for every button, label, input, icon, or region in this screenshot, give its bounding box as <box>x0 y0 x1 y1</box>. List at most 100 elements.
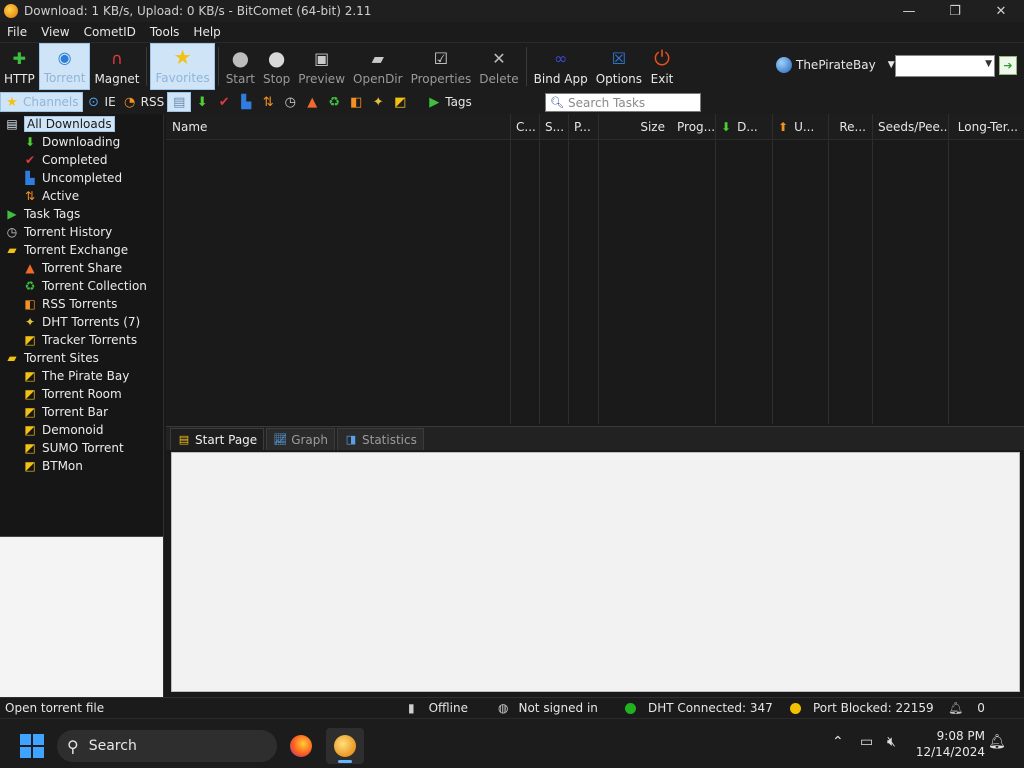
menu-file[interactable]: File <box>0 25 34 39</box>
column-priority[interactable]: P... <box>568 114 598 140</box>
tree-uncompleted[interactable]: ▙ Uncompleted <box>22 169 122 187</box>
maximize-button[interactable]: ❐ <box>932 0 978 22</box>
all-tasks-filter-button[interactable]: ▤ <box>167 92 192 112</box>
rss-button[interactable]: ◔ RSS <box>119 92 168 112</box>
task-search-box[interactable]: 🔍︎ <box>545 93 701 112</box>
tree-task-tags[interactable]: ▶ Task Tags <box>4 205 80 223</box>
downloading-filter-button[interactable]: ⬇ <box>191 92 213 112</box>
http-button[interactable]: ✚ HTTP <box>0 43 39 90</box>
tree-completed[interactable]: ✔ Completed <box>22 151 107 169</box>
stop-button[interactable]: ● Stop <box>259 43 294 90</box>
tree-torrent-collection[interactable]: ♻ Torrent Collection <box>22 277 147 295</box>
column-seeds-peers[interactable]: Seeds/Pee... <box>872 114 948 140</box>
menu-tools[interactable]: Tools <box>143 25 187 39</box>
opendir-button[interactable]: ▰ OpenDir <box>349 43 407 90</box>
column-upload-speed[interactable]: ⬆ U... <box>772 114 828 140</box>
torrent-history-filter-button[interactable]: ◷ <box>279 92 301 112</box>
site-search-combo[interactable]: ▼ <box>895 55 995 77</box>
tree-tracker-torrents[interactable]: ◩ Tracker Torrents <box>22 331 137 349</box>
favorites-button[interactable]: ★ Favorites <box>150 43 215 90</box>
tracker-torrents-filter-button[interactable]: ◩ <box>389 92 411 112</box>
torrent-button[interactable]: ◉ Torrent <box>38 43 91 90</box>
chevron-down-icon: ▼ <box>985 59 992 69</box>
notifications-status[interactable]: 🔔︎ 0 <box>948 698 985 718</box>
bind-app-button[interactable]: ∞ Bind App <box>530 43 592 90</box>
tracker-icon: ◩ <box>394 94 407 110</box>
torrent-share-filter-button[interactable]: ▲ <box>301 92 323 112</box>
star-icon: ★ <box>173 45 192 69</box>
network-icon[interactable]: ▭ <box>860 734 873 750</box>
tree-site-the-pirate-bay[interactable]: ◩ The Pirate Bay <box>22 367 129 385</box>
active-filter-button[interactable]: ⇅ <box>257 92 279 112</box>
bell-icon[interactable]: 🔔︎ <box>988 734 1006 750</box>
properties-button[interactable]: ☑ Properties <box>407 43 476 90</box>
menu-cometid[interactable]: CometID <box>77 25 143 39</box>
completed-filter-button[interactable]: ✔ <box>213 92 235 112</box>
preview-button[interactable]: ▣ Preview <box>294 43 349 90</box>
tab-statistics[interactable]: ◨ Statistics <box>337 428 424 450</box>
site-icon: ◩ <box>24 405 36 419</box>
tree-torrent-share[interactable]: ▲ Torrent Share <box>22 259 122 277</box>
volume-muted-icon[interactable]: 🔇︎ <box>887 734 896 750</box>
tree-torrent-sites[interactable]: ▰ Torrent Sites <box>4 349 98 367</box>
arrow-down-icon: ⬇ <box>721 120 732 134</box>
chevron-up-icon[interactable]: ⌃ <box>832 734 844 750</box>
column-long-term[interactable]: Long-Ter... <box>948 114 1024 140</box>
column-category[interactable]: C... <box>510 114 539 140</box>
column-download-speed[interactable]: ⬇ D... <box>715 114 772 140</box>
magnet-button[interactable]: ∩ Magnet <box>90 43 143 90</box>
ie-button[interactable]: ⊙ IE <box>83 92 119 112</box>
dht-torrents-filter-button[interactable]: ✦ <box>367 92 389 112</box>
minimize-button[interactable]: — <box>886 0 932 22</box>
column-status[interactable]: S... <box>539 114 568 140</box>
tree-site-torrent-bar[interactable]: ◩ Torrent Bar <box>22 403 108 421</box>
stop-icon: ● <box>267 46 286 70</box>
tab-start-page[interactable]: ▤ Start Page <box>170 428 265 450</box>
taskbar-firefox[interactable] <box>282 728 320 764</box>
tree-active[interactable]: ⇅ Active <box>22 187 79 205</box>
tree-torrent-history[interactable]: ◷ Torrent History <box>4 223 112 241</box>
windows-start-button[interactable] <box>20 734 44 758</box>
column-name[interactable]: Name <box>166 114 510 140</box>
task-list[interactable]: Name C... S... P... Size Prog... ⬇ D... … <box>166 114 1024 424</box>
column-divider <box>568 114 569 424</box>
close-button[interactable]: ✕ <box>978 0 1024 22</box>
taskbar-clock[interactable]: 9:08 PM 12/14/2024 <box>905 728 985 760</box>
torrent-site-select[interactable]: ThePirateBay ▼ <box>776 57 895 73</box>
port-status[interactable]: Port Blocked: 22159 <box>790 698 934 718</box>
taskbar-search[interactable]: ⚲ Search <box>57 730 277 762</box>
task-search-input[interactable] <box>567 95 698 110</box>
tab-graph[interactable]: 📈︎ Graph <box>266 428 335 450</box>
preview-icon: ▣ <box>314 48 330 68</box>
taskbar-bitcomet[interactable] <box>326 728 364 764</box>
tree-site-sumo-torrent[interactable]: ◩ SUMO Torrent <box>22 439 123 457</box>
options-button[interactable]: ☒ Options <box>592 43 646 90</box>
menu-view[interactable]: View <box>34 25 76 39</box>
sign-in-status[interactable]: ◍ Not signed in <box>498 698 598 718</box>
tree-all-downloads[interactable]: ▤ All Downloads <box>4 115 115 133</box>
exit-button[interactable]: ⏻ Exit <box>646 43 678 90</box>
channels-button[interactable]: ★ Channels <box>0 92 83 112</box>
tree-site-torrent-room[interactable]: ◩ Torrent Room <box>22 385 121 403</box>
site-search-go-button[interactable]: ➔ <box>999 56 1017 75</box>
tree-site-demonoid[interactable]: ◩ Demonoid <box>22 421 103 439</box>
tree-downloading[interactable]: ⬇ Downloading <box>22 133 120 151</box>
rss-torrents-filter-button[interactable]: ◧ <box>345 92 367 112</box>
delete-button[interactable]: ✕ Delete <box>475 43 522 90</box>
uncompleted-filter-button[interactable]: ▙ <box>235 92 257 112</box>
tree-dht-torrents[interactable]: ✦ DHT Torrents (7) <box>22 313 140 331</box>
tree-torrent-exchange[interactable]: ▰ Torrent Exchange <box>4 241 128 259</box>
tree-rss-torrents[interactable]: ◧ RSS Torrents <box>22 295 117 313</box>
running-indicator <box>338 760 352 763</box>
column-remaining[interactable]: Re... <box>828 114 872 140</box>
dht-status[interactable]: DHT Connected: 347 <box>625 698 773 718</box>
bind-app-icon: ∞ <box>554 48 568 68</box>
column-size[interactable]: Size <box>598 114 671 140</box>
tags-button[interactable]: ▶ Tags <box>423 92 475 112</box>
torrent-collection-filter-button[interactable]: ♻ <box>323 92 345 112</box>
column-progress[interactable]: Prog... <box>671 114 715 140</box>
menu-help[interactable]: Help <box>186 25 227 39</box>
start-button[interactable]: ● Start <box>222 43 259 90</box>
tree-site-btmon[interactable]: ◩ BTMon <box>22 457 83 475</box>
connection-status[interactable]: ▮ Offline <box>408 698 468 718</box>
